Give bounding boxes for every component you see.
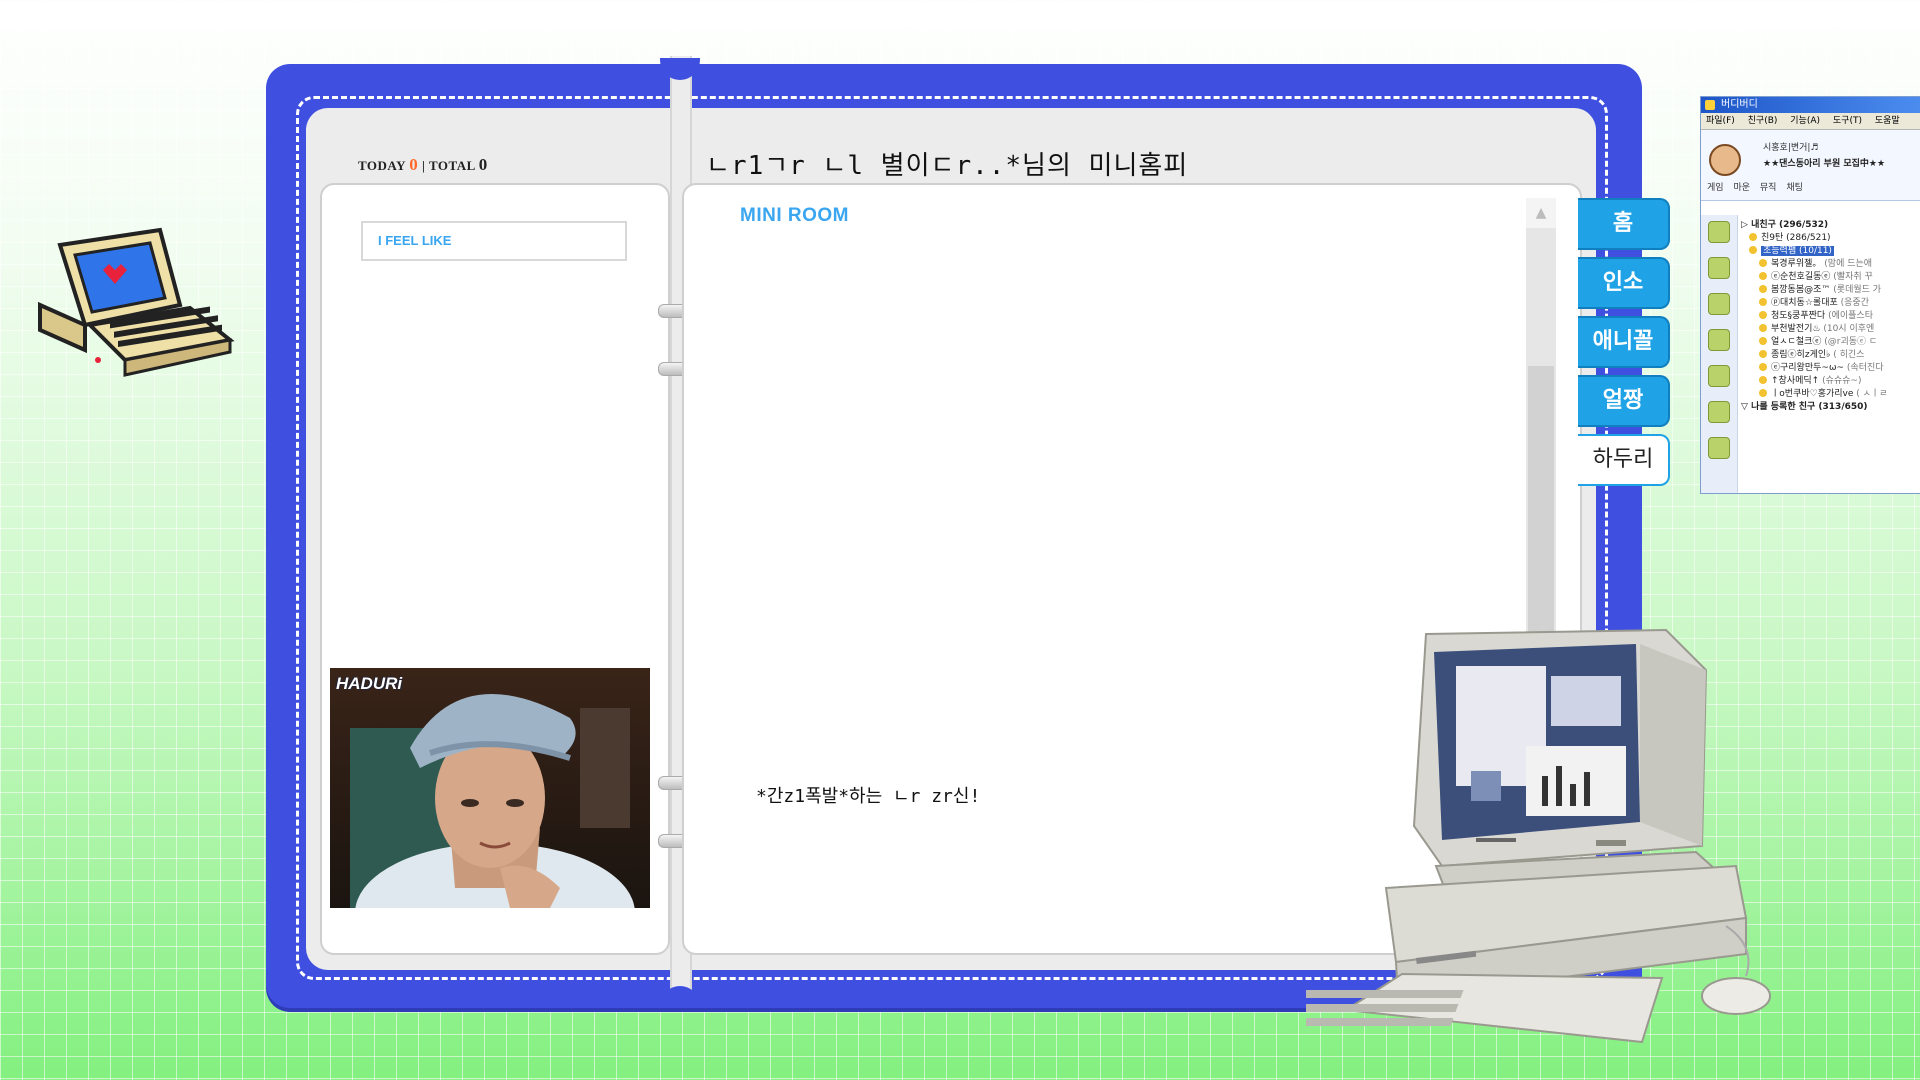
buddy-banner: ★★댄스동아리 부원 모집中★★	[1763, 159, 1886, 169]
folder-icon	[1749, 246, 1757, 254]
greeting-text: *간z1폭발*하는 ㄴr zr신!	[756, 786, 981, 807]
beige-desktop-computer-icon	[1306, 628, 1771, 1044]
music-button[interactable]: 뮤직	[1760, 183, 1777, 193]
menu-features[interactable]: 기능(A)	[1790, 116, 1820, 126]
avatar[interactable]	[1709, 144, 1741, 176]
buddy-icon[interactable]	[1708, 221, 1730, 243]
smiley-icon	[1759, 259, 1767, 267]
avatar-icon[interactable]	[1708, 293, 1730, 315]
list-item[interactable]: 초능력팸 (10/11)	[1741, 245, 1888, 258]
menu-tools[interactable]: 도구(T)	[1833, 116, 1862, 126]
counter-separator: |	[422, 158, 426, 173]
mini-room-title: MINI ROOM	[740, 205, 849, 226]
photo-watermark: HADURi	[336, 674, 403, 693]
menu-file[interactable]: 파일(F)	[1706, 116, 1735, 126]
list-item[interactable]: ▷ 내친구 (296/532)	[1741, 219, 1888, 232]
smiley-icon	[1759, 363, 1767, 371]
chat-button[interactable]: 채팅	[1786, 183, 1803, 193]
list-item[interactable]: ⓔ순천호길동ⓔ (빨자취 꾸	[1741, 271, 1888, 284]
menu-help[interactable]: 도움말	[1875, 116, 1900, 126]
game-button[interactable]: 게임	[1707, 183, 1724, 193]
buddy-app-icon	[1705, 100, 1715, 110]
today-count: 0	[409, 155, 419, 174]
memo-icon[interactable]	[1708, 437, 1730, 459]
list-item[interactable]: 친9탄 (286/521)	[1741, 232, 1888, 245]
menu-friends[interactable]: 친구(B)	[1748, 116, 1778, 126]
list-item[interactable]: 봄깡동봄@조™ (롯데월드 가	[1741, 284, 1888, 297]
smiley-icon	[1759, 272, 1767, 280]
music-icon[interactable]	[1708, 365, 1730, 387]
list-item[interactable]: 복경루위젤。 (맘에 드는애	[1741, 258, 1888, 271]
folder-icon	[1749, 233, 1757, 241]
total-label: TOTAL	[428, 158, 476, 173]
buddy-status-message[interactable]: 시홍호|변거|♬	[1763, 140, 1819, 153]
list-item[interactable]: 얼ㅅㄷ철크ⓔ (@r괴동ⓔ ㄷ	[1741, 336, 1888, 349]
gift-icon[interactable]	[1708, 401, 1730, 423]
retro-computer-heart-icon	[38, 227, 235, 377]
list-item[interactable]: ㅣo번쿠바♡홍가리ve ( ㅅㅣㄹ	[1741, 388, 1888, 401]
smiley-icon	[1759, 298, 1767, 306]
triangle-up-icon[interactable]: ▲	[1526, 198, 1556, 228]
smiley-icon	[1759, 376, 1767, 384]
tab-home[interactable]: 홈	[1578, 198, 1670, 250]
mood-selector[interactable]: I FEEL LIKE	[361, 221, 627, 261]
smiley-icon	[1759, 337, 1767, 345]
buddy-profile: 시홍호|변거|♬ ★★댄스동아리 부원 모집中★★ 게임 마운 뮤직 채팅	[1701, 130, 1920, 201]
tab-haduri[interactable]: 하두리	[1578, 434, 1670, 486]
list-item[interactable]: ▽ 나를 등록한 친구 (313/650)	[1741, 401, 1888, 414]
list-item[interactable]: ⓟ대치동☆롤대포 (응중간	[1741, 297, 1888, 310]
money-button[interactable]: 마운	[1733, 183, 1750, 193]
tab-eoljjang[interactable]: 얼짱	[1578, 375, 1670, 427]
smiley-icon	[1759, 285, 1767, 293]
tab-inso[interactable]: 인소	[1578, 257, 1670, 309]
smiley-icon	[1759, 389, 1767, 397]
list-item[interactable]: 부천발전기♨ (10시 이후엔	[1741, 323, 1888, 336]
homepy-icon[interactable]	[1708, 257, 1730, 279]
smiley-icon	[1759, 311, 1767, 319]
buddy-sidebar	[1701, 215, 1738, 493]
today-label: TODAY	[358, 158, 406, 173]
list-item[interactable]: ↑창사메딕↑ (슈슈슈~)	[1741, 375, 1888, 388]
buddy-actions: 게임 마운 뮤직 채팅	[1707, 180, 1810, 193]
visitor-counter: TODAY 0 | TOTAL 0	[358, 155, 488, 175]
profile-photo	[330, 668, 650, 908]
game-icon[interactable]	[1708, 329, 1730, 351]
buddy-window-title: 버디버디	[1721, 99, 1758, 110]
page-title: ㄴr1ㄱr ㄴl 별이ㄷr..*님의 미니홈피	[706, 151, 1189, 181]
list-item[interactable]: 종림ⓔ히z게인♭ ( 히긴스	[1741, 349, 1888, 362]
smiley-icon	[1759, 324, 1767, 332]
buddy-list: ▷ 내친구 (296/532) 친9탄 (286/521) 초능력팸 (10/1…	[1741, 219, 1888, 414]
total-count: 0	[478, 155, 488, 174]
tab-anikkol[interactable]: 애니꼴	[1578, 316, 1670, 368]
buddy-menubar: 파일(F) 친구(B) 기능(A) 도구(T) 도움말	[1701, 113, 1920, 130]
list-item[interactable]: ⓔ구리왕만두~ω~ (속터진다	[1741, 362, 1888, 375]
buddybuddy-window: 버디버디 파일(F) 친구(B) 기능(A) 도구(T) 도움말 시홍호|변거|…	[1700, 96, 1920, 494]
smiley-icon	[1759, 350, 1767, 358]
buddy-titlebar[interactable]: 버디버디	[1701, 97, 1920, 113]
list-item[interactable]: 청도§쿵푸짠다 (에이플스타	[1741, 310, 1888, 323]
